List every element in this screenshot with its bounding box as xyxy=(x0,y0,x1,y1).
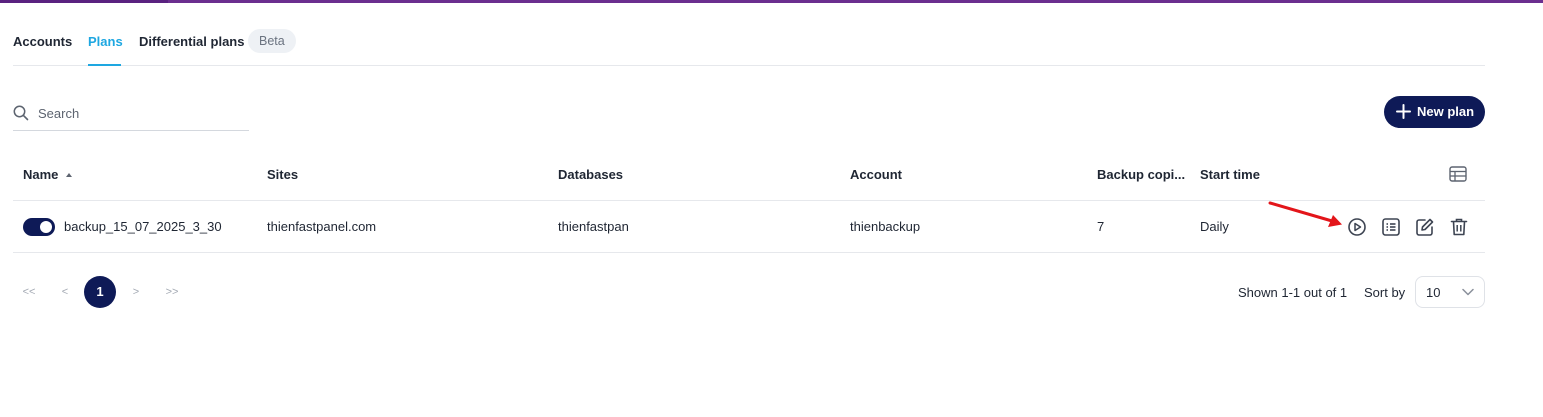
tab-differential-plans[interactable]: Differential plans xyxy=(139,34,244,49)
results-count: Shown 1-1 out of 1 xyxy=(1238,285,1348,300)
column-header-start-time[interactable]: Start time xyxy=(1200,167,1260,182)
tab-accounts[interactable]: Accounts xyxy=(13,34,72,49)
annotation-arrow xyxy=(1268,201,1342,227)
trash-icon[interactable] xyxy=(1449,217,1469,237)
new-plan-label: New plan xyxy=(1417,104,1475,119)
beta-badge: Beta xyxy=(248,29,296,53)
column-header-name[interactable]: Name xyxy=(23,167,73,182)
page-size-value: 10 xyxy=(1426,285,1441,300)
plan-enabled-toggle[interactable] xyxy=(23,218,55,236)
search-box xyxy=(13,95,249,131)
list-icon[interactable] xyxy=(1381,217,1401,237)
column-header-databases[interactable]: Databases xyxy=(558,167,623,182)
page-size-select[interactable]: 10 xyxy=(1415,276,1485,308)
active-tab-indicator xyxy=(88,64,121,66)
table-columns-icon[interactable] xyxy=(1449,166,1467,182)
new-plan-button[interactable]: New plan xyxy=(1384,96,1485,128)
plan-name: backup_15_07_2025_3_30 xyxy=(64,219,222,234)
last-page-button[interactable]: >> xyxy=(160,276,184,308)
prev-page-button[interactable]: < xyxy=(57,276,73,308)
plan-databases: thienfastpan xyxy=(558,219,629,234)
sort-asc-icon xyxy=(66,172,73,177)
chevron-down-icon xyxy=(1462,288,1474,296)
plan-backup-copies: 7 xyxy=(1097,219,1105,234)
plan-sites: thienfastpanel.com xyxy=(267,219,377,234)
tab-bar: Accounts Plans Differential plans Beta xyxy=(13,26,1485,66)
column-header-sites[interactable]: Sites xyxy=(267,167,298,182)
first-page-button[interactable]: << xyxy=(17,276,41,308)
plan-start-time: Daily xyxy=(1200,219,1229,234)
column-header-account[interactable]: Account xyxy=(850,167,902,182)
top-accent-bar xyxy=(0,0,1543,3)
sort-by-label: Sort by xyxy=(1364,285,1406,300)
search-icon xyxy=(13,105,29,121)
tab-plans[interactable]: Plans xyxy=(88,34,123,49)
next-page-button[interactable]: > xyxy=(128,276,144,308)
column-header-backup-copies[interactable]: Backup copi... xyxy=(1097,167,1185,182)
page-number-current[interactable]: 1 xyxy=(84,276,116,308)
table-header: Name Sites Databases Account Backup copi… xyxy=(13,148,1485,201)
edit-icon[interactable] xyxy=(1415,217,1435,237)
search-input[interactable] xyxy=(38,103,243,123)
plus-icon xyxy=(1396,104,1411,119)
plan-account: thienbackup xyxy=(850,219,921,234)
